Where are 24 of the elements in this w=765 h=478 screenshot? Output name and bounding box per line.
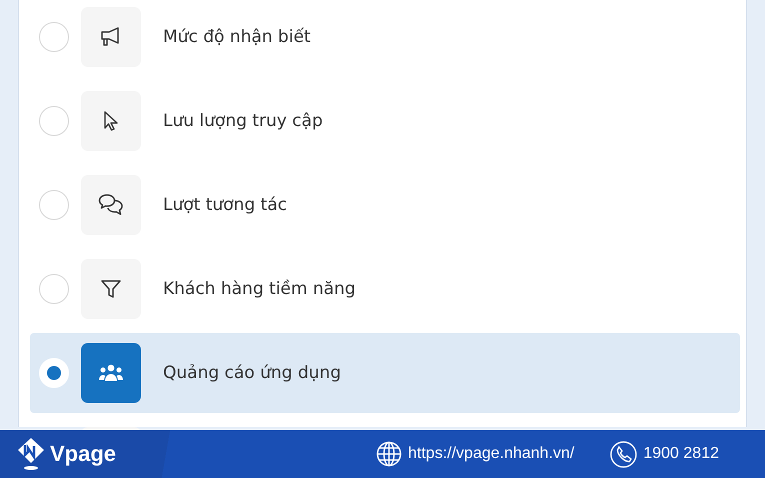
brand-name: Vpage <box>50 441 116 467</box>
option-row[interactable]: Lượt tương tác <box>30 165 740 245</box>
radio-button[interactable] <box>39 274 69 304</box>
option-label: Quảng cáo ứng dụng <box>163 363 341 383</box>
option-label: Lượt tương tác <box>163 195 287 215</box>
option-row[interactable]: Khách hàng tiềm năng <box>30 249 740 329</box>
chat-bubbles-icon <box>98 193 124 217</box>
phone-icon <box>610 440 638 468</box>
option-row[interactable]: Mức độ nhận biết <box>30 0 740 77</box>
option-label: Mức độ nhận biết <box>163 27 311 47</box>
radio-button[interactable] <box>39 106 69 136</box>
option-label: Khách hàng tiềm năng <box>163 279 356 299</box>
people-group-icon <box>98 364 124 382</box>
globe-icon <box>376 441 402 467</box>
logo-icon <box>16 437 46 471</box>
option-row[interactable]: Quảng cáo ứng dụng <box>30 333 740 413</box>
funnel-icon <box>100 278 122 300</box>
cursor-icon <box>103 110 119 132</box>
option-label: Lưu lượng truy cập <box>163 111 323 131</box>
radio-button[interactable] <box>39 22 69 52</box>
option-row[interactable]: Lưu lượng truy cập <box>30 81 740 161</box>
phone-number: 1900 2812 <box>643 445 719 463</box>
radio-button[interactable] <box>39 190 69 220</box>
website-url: https://vpage.nhanh.vn/ <box>408 445 574 463</box>
